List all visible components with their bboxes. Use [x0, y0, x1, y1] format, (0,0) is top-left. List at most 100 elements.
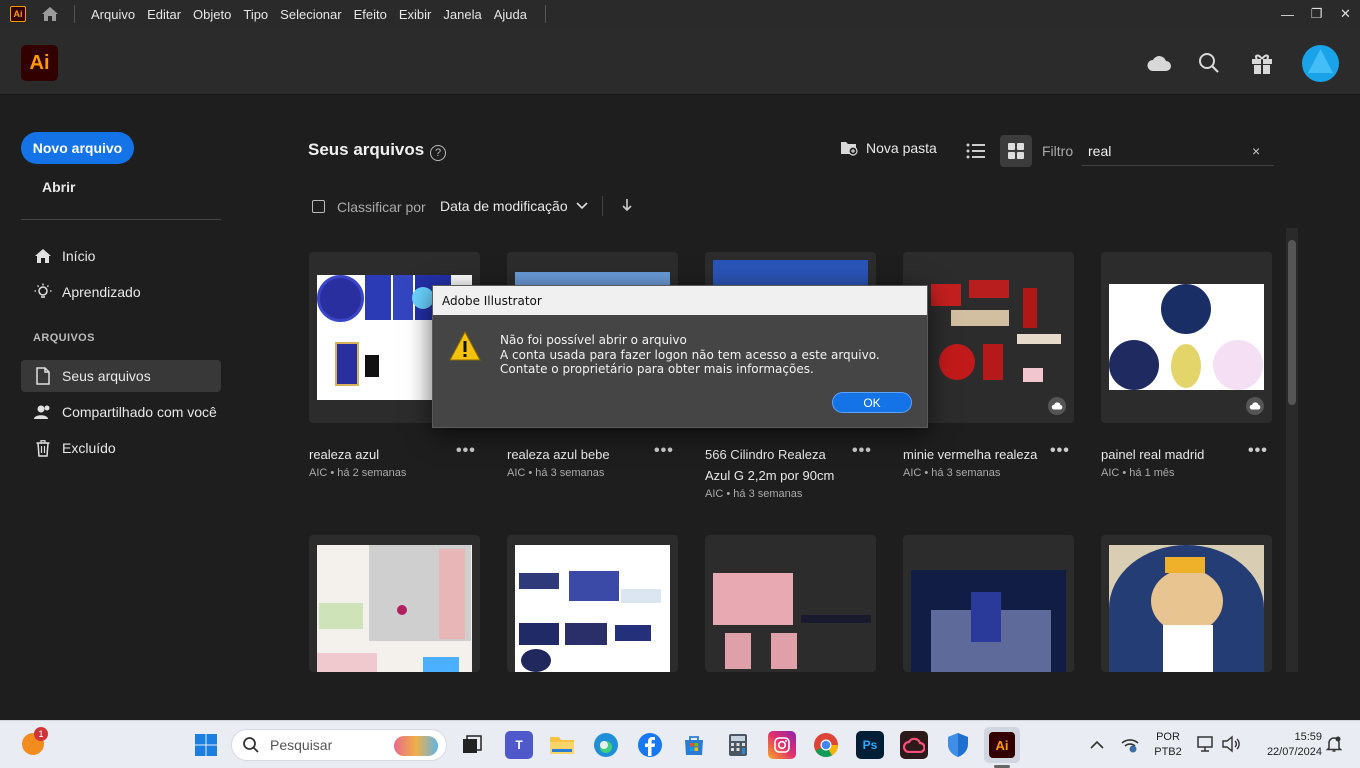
language-indicator[interactable]: POR PTB2	[1150, 730, 1186, 760]
shared-users-icon	[33, 404, 53, 420]
more-options-icon[interactable]: •••	[1248, 442, 1268, 460]
edge-icon[interactable]	[592, 731, 620, 759]
sidebar-item-deleted[interactable]: Excluído	[21, 432, 221, 464]
close-icon[interactable]: ✕	[1331, 0, 1360, 28]
menu-janela[interactable]: Janela	[437, 7, 487, 22]
photoshop-icon[interactable]: Ps	[856, 731, 884, 759]
ok-button[interactable]: OK	[832, 392, 912, 413]
file-title[interactable]: painel real madrid	[1101, 444, 1241, 465]
file-title[interactable]: realeza azul bebe	[507, 444, 647, 465]
microsoft-store-icon[interactable]	[680, 731, 708, 759]
sidebar-item-learn[interactable]: Aprendizado	[21, 276, 221, 308]
clock-time: 15:59	[1294, 731, 1322, 743]
sidebar-item-home[interactable]: Início	[21, 240, 221, 272]
sort-dropdown[interactable]: Data de modificação	[440, 198, 588, 214]
user-avatar[interactable]	[1302, 45, 1339, 82]
file-meta: AIC • há 3 semanas	[903, 467, 1001, 479]
menu-objeto[interactable]: Objeto	[187, 7, 237, 22]
keyboard-layout: PTB2	[1154, 746, 1182, 758]
instagram-icon[interactable]	[768, 731, 796, 759]
list-view-icon[interactable]	[966, 142, 986, 160]
menu-ajuda[interactable]: Ajuda	[488, 7, 533, 22]
notification-bell-icon[interactable]	[1325, 735, 1343, 758]
defender-shield-icon[interactable]	[944, 731, 972, 759]
menu-efeito[interactable]: Efeito	[348, 7, 393, 22]
chevron-up-icon[interactable]	[1090, 737, 1104, 755]
folder-add-icon	[841, 142, 858, 156]
file-title[interactable]: minie vermelha realeza	[903, 444, 1043, 465]
sidebar: Novo arquivo Abrir Início Aprendizado AR…	[0, 96, 240, 720]
help-icon[interactable]: ?	[430, 145, 446, 161]
more-options-icon[interactable]: •••	[654, 442, 674, 460]
cloud-icon[interactable]	[1146, 50, 1172, 76]
new-file-button[interactable]: Novo arquivo	[21, 132, 134, 164]
clear-filter-icon[interactable]: ×	[1252, 143, 1260, 159]
new-folder-button[interactable]: Nova pasta	[840, 140, 937, 156]
search-icon	[243, 737, 259, 753]
menu-selecionar[interactable]: Selecionar	[274, 7, 347, 22]
notification-widget[interactable]: 1	[22, 727, 48, 755]
window-controls: — ❐ ✕	[1273, 0, 1360, 28]
facebook-icon[interactable]	[636, 731, 664, 759]
filter-label: Filtro	[1042, 143, 1074, 159]
scrollbar[interactable]	[1286, 228, 1298, 672]
file-title[interactable]: realeza azul	[309, 444, 449, 465]
menu-arquivo[interactable]: Arquivo	[85, 7, 141, 22]
calculator-icon[interactable]	[724, 731, 752, 759]
taskbar-search[interactable]: Pesquisar	[231, 729, 447, 761]
more-options-icon[interactable]: •••	[456, 442, 476, 460]
file-explorer-icon[interactable]	[548, 731, 576, 759]
sort-label: Classificar por	[337, 199, 426, 215]
gift-icon[interactable]	[1249, 50, 1275, 76]
search-icon[interactable]	[1196, 50, 1222, 76]
home-icon[interactable]	[40, 5, 60, 23]
restore-icon[interactable]: ❐	[1302, 0, 1331, 28]
volume-icon[interactable]	[1221, 735, 1241, 758]
more-options-icon[interactable]: •••	[852, 442, 872, 460]
sidebar-divider	[21, 219, 221, 220]
creative-cloud-icon[interactable]	[900, 731, 928, 759]
clock[interactable]: 15:59 22/07/2024	[1252, 730, 1322, 760]
sidebar-item-shared[interactable]: Compartilhado com você	[21, 396, 221, 428]
display-icon[interactable]	[1196, 735, 1216, 758]
scrollbar-thumb[interactable]	[1288, 240, 1296, 405]
teams-icon[interactable]: T	[505, 731, 533, 759]
dialog-message: Não foi possível abrir o arquivo A conta…	[500, 333, 910, 377]
language-code: POR	[1156, 731, 1180, 743]
illustrator-logo: Ai	[21, 45, 58, 81]
open-button[interactable]: Abrir	[42, 179, 75, 195]
chrome-icon[interactable]	[812, 731, 840, 759]
file-thumbnail[interactable]	[309, 535, 480, 672]
more-options-icon[interactable]: •••	[1050, 442, 1070, 460]
new-folder-label: Nova pasta	[866, 140, 937, 156]
sort-direction-icon[interactable]	[620, 197, 634, 218]
illustrator-taskbar-button[interactable]: Ai	[984, 727, 1020, 763]
file-thumbnail[interactable]	[1101, 535, 1272, 672]
app-header: Ai	[0, 28, 1360, 95]
menu-separator	[74, 5, 75, 23]
file-thumbnail[interactable]	[903, 535, 1074, 672]
task-view-icon[interactable]	[458, 731, 486, 759]
sidebar-item-your-files[interactable]: Seus arquivos	[21, 360, 221, 392]
network-icon[interactable]	[1120, 735, 1140, 758]
select-all-checkbox[interactable]	[312, 200, 325, 213]
grid-view-icon[interactable]	[1000, 135, 1032, 167]
cloud-sync-icon	[1048, 397, 1066, 415]
file-thumbnail[interactable]	[1101, 252, 1272, 423]
menu-tipo[interactable]: Tipo	[237, 7, 274, 22]
menu-exibir[interactable]: Exibir	[393, 7, 438, 22]
windows-start-icon[interactable]	[192, 731, 220, 759]
filter-input[interactable]	[1082, 136, 1274, 166]
clock-date: 22/07/2024	[1266, 746, 1322, 758]
sort-divider	[602, 196, 603, 216]
dialog-body: A conta usada para fazer logon não tem a…	[500, 347, 880, 377]
file-thumbnail[interactable]	[705, 535, 876, 672]
chevron-down-icon	[576, 202, 588, 210]
minimize-icon[interactable]: —	[1273, 0, 1302, 28]
lightbulb-icon	[33, 283, 53, 301]
menu-editar[interactable]: Editar	[141, 7, 187, 22]
file-thumbnail[interactable]	[903, 252, 1074, 423]
file-thumbnail[interactable]	[507, 535, 678, 672]
file-title[interactable]: 566 Cilindro Realeza Azul G 2,2m por 90c…	[705, 444, 845, 486]
sidebar-item-label: Aprendizado	[62, 284, 141, 300]
